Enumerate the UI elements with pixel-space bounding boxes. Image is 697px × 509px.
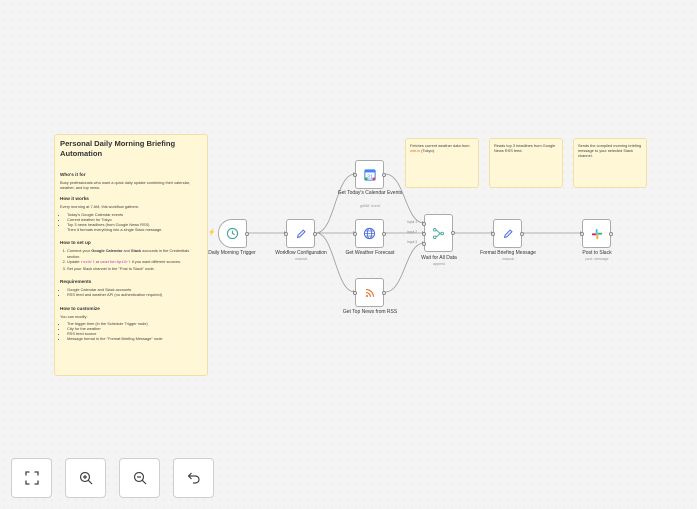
output-port[interactable] [382, 231, 386, 236]
note-text: Sends the compiled morning briefing mess… [578, 143, 642, 159]
fit-view-button[interactable] [11, 458, 52, 498]
node-label: Wait for All Data [421, 255, 457, 261]
node-subtitle: append [433, 262, 445, 266]
globe-icon [363, 227, 376, 240]
pencil-icon [503, 228, 513, 238]
svg-text:31: 31 [367, 174, 373, 180]
node-subtitle: manual [502, 257, 514, 261]
fit-view-icon [24, 471, 39, 485]
zoom-out-icon [133, 471, 146, 485]
node-workflow-configuration[interactable] [284, 219, 317, 248]
node-label: Format Briefing Message [480, 250, 536, 256]
output-port[interactable] [520, 231, 524, 236]
list-item: Update rssUrl or weatherApiUrl if you wa… [67, 259, 202, 266]
input-port[interactable] [353, 290, 357, 295]
node-get-top-news-rss[interactable] [353, 278, 386, 307]
undo-button[interactable] [173, 458, 214, 498]
node-wait-for-all-data[interactable] [422, 214, 455, 252]
text: Google Calendar [91, 248, 123, 254]
text: if you want different sources. [130, 258, 182, 264]
node-post-to-slack[interactable] [580, 219, 613, 248]
customize-list: The trigger time (in the Schedule Trigge… [60, 321, 202, 342]
node-subtitle: manual [295, 257, 307, 261]
zoom-in-button[interactable] [65, 458, 106, 498]
note-text: (Tokyo). [420, 148, 436, 154]
node-label: Get Weather Forecast [345, 250, 395, 256]
code-text: rssUrl [80, 260, 95, 265]
how-text: Every morning at 7 AM, this workflow gat… [60, 204, 139, 210]
input-port[interactable] [491, 231, 495, 236]
section-heading-requirements: Requirements [60, 279, 92, 285]
merge-icon [433, 227, 444, 239]
code-text: weatherApiUrl [100, 260, 131, 265]
output-port[interactable] [382, 172, 386, 177]
output-port[interactable] [382, 290, 386, 295]
list-item-text: Then it formats everything into a single… [67, 227, 163, 233]
node-subtitle: getAll: event [360, 204, 380, 208]
zoom-in-icon [79, 471, 92, 485]
list-item: Top 3 news headlines (from Google News R… [67, 222, 202, 232]
sticky-note-rss[interactable]: Reads top 3 headlines from Google News R… [489, 138, 563, 188]
node-label: Get Today's Calendar Events [337, 190, 403, 196]
list-item: RSS feed and weather API (no authenticat… [67, 292, 202, 297]
input-port-2[interactable] [422, 232, 426, 236]
input-port[interactable] [353, 172, 357, 177]
input-port[interactable] [284, 231, 288, 236]
input-port[interactable] [353, 231, 357, 236]
page-title: Personal Daily Morning Briefing Automati… [60, 139, 176, 158]
sticky-note-slack[interactable]: Sends the compiled morning briefing mess… [573, 138, 647, 188]
output-port[interactable] [313, 231, 317, 236]
node-label: Get Top News from RSS [342, 309, 398, 315]
input-label: Input 3 [407, 240, 418, 244]
section-heading-customize: How to customize [60, 305, 100, 311]
note-link[interactable]: wttr.in [410, 148, 420, 153]
clock-icon [226, 227, 239, 240]
list-item: Message format in the "Format Briefing M… [67, 336, 202, 341]
section-heading-how: How it works [60, 196, 89, 202]
slack-icon [591, 228, 602, 239]
text: Update [67, 258, 81, 264]
output-port[interactable] [451, 231, 455, 235]
customize-text: You can modify: [60, 313, 88, 319]
requirements-list: Google Calendar and Slack accounts RSS f… [60, 287, 202, 297]
node-label: Workflow Configuration [275, 250, 327, 256]
text: Slack [131, 248, 142, 254]
sticky-note-overview[interactable]: Personal Daily Morning Briefing Automati… [54, 134, 208, 376]
sticky-note-weather[interactable]: Fetches current weather data from wttr.i… [405, 138, 479, 188]
input-port[interactable] [580, 231, 584, 236]
output-port[interactable] [245, 231, 249, 236]
node-subtitle: post: message [585, 257, 609, 261]
input-label: Input 1 [407, 220, 418, 224]
input-label: Input 2 [407, 230, 418, 234]
node-get-weather-forecast[interactable] [353, 219, 386, 248]
input-port-3[interactable] [422, 242, 426, 246]
section-heading-setup: How to set up [60, 240, 91, 246]
input-port-1[interactable] [422, 222, 426, 226]
output-port[interactable] [609, 231, 613, 236]
setup-list: Connect your Google Calendar and Slack a… [60, 248, 202, 271]
node-format-briefing-message[interactable] [491, 219, 524, 248]
node-daily-morning-trigger[interactable] [218, 219, 249, 248]
list-item: Set your Slack channel in the "Post to S… [67, 266, 202, 271]
node-label: Daily Morning Trigger [208, 250, 256, 256]
trigger-bolt-icon: ⚡ [208, 230, 216, 236]
undo-icon [187, 472, 200, 484]
pencil-icon [296, 228, 306, 238]
zoom-out-button[interactable] [119, 458, 160, 498]
node-label: Post to Slack [582, 250, 612, 256]
who-text: Busy professionals who want a quick dail… [60, 180, 190, 191]
list-item: Connect your Google Calendar and Slack a… [67, 248, 202, 258]
how-list: Today's Google Calendar events Current w… [60, 212, 202, 233]
section-heading-who: Who's it for [60, 172, 86, 177]
google-calendar-icon: 31 [363, 168, 376, 181]
note-text: Reads top 3 headlines from Google News R… [494, 143, 556, 154]
text: and [122, 248, 132, 254]
rss-icon [365, 288, 374, 297]
node-get-calendar-events[interactable]: 31 [353, 160, 386, 189]
